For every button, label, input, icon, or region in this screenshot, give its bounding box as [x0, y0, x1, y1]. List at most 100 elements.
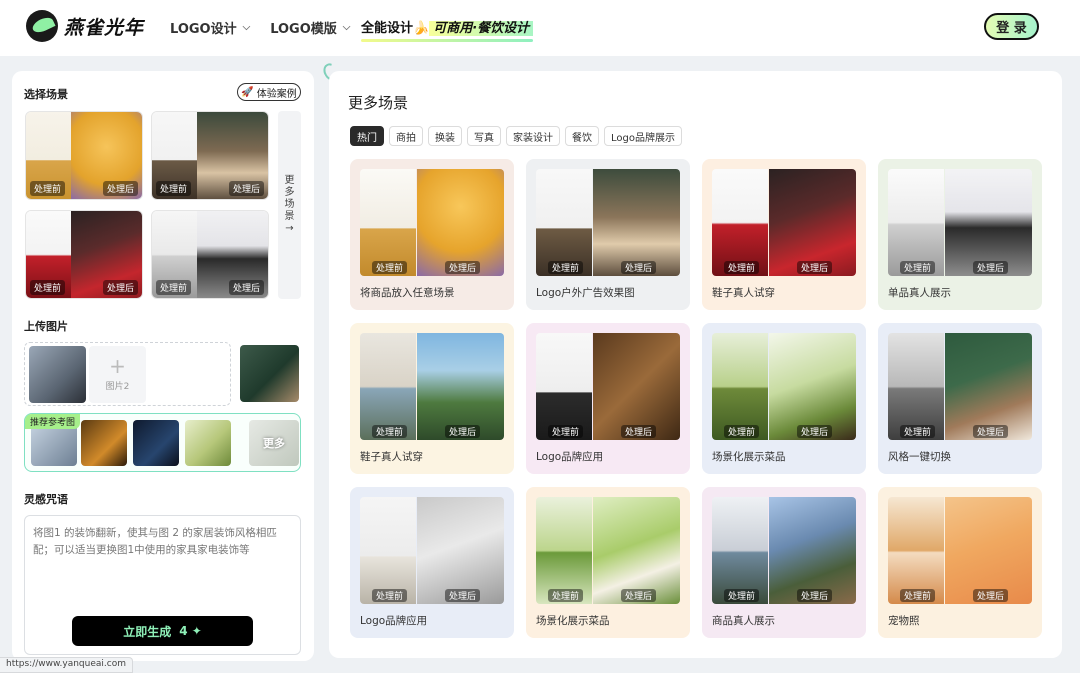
- banana-icon: 🍌: [413, 21, 430, 36]
- nav-logo-template[interactable]: LOGO模版 ⌵: [270, 18, 350, 37]
- before-tag: 处理前: [372, 261, 408, 274]
- scene-model[interactable]: 处理前 处理后: [151, 210, 269, 299]
- scene-card[interactable]: 处理前 处理后 商品真人展示: [702, 487, 866, 638]
- before-image: 处理前: [536, 333, 592, 440]
- brand-logo[interactable]: 燕雀光年: [26, 10, 144, 42]
- arrow-right-icon: →: [285, 223, 294, 234]
- before-image: 处理前: [712, 333, 768, 440]
- scene-card[interactable]: 处理前 处理后 Logo户外广告效果图: [526, 159, 690, 310]
- before-image: 处理前: [26, 211, 72, 298]
- after-tag: 处理后: [228, 181, 264, 196]
- main-nav: LOGO设计 ⌵ LOGO模版 ⌵: [170, 18, 350, 37]
- after-tag: 处理后: [445, 261, 481, 274]
- scene-card[interactable]: 处理前 处理后鞋子真人试穿: [702, 159, 866, 310]
- before-tag: 处理前: [548, 425, 584, 438]
- scene-card-media: 处理前 处理后: [712, 169, 856, 276]
- after-image: 处理后: [945, 497, 1032, 604]
- before-tag: 处理前: [156, 181, 192, 196]
- after-tag: 处理后: [621, 589, 657, 602]
- ref-thumb[interactable]: [185, 420, 231, 466]
- left-panel: 选择场景 🚀 体验案例 处理前 处理后 处理前 处理后 处理前 处理后 处理前: [12, 71, 314, 661]
- nav-all-round-design[interactable]: 全能设计🍌 可商用·餐饮设计: [361, 17, 534, 42]
- more-references-button[interactable]: 更多: [249, 420, 299, 466]
- rocket-icon: 🚀: [241, 86, 254, 98]
- generate-button[interactable]: 立即生成 4 ✦: [72, 616, 253, 646]
- before-tag: 处理前: [724, 589, 760, 602]
- scene-card[interactable]: 处理前 处理后 Logo品牌应用: [526, 323, 690, 474]
- after-image: 处理后: [769, 497, 856, 604]
- after-tag: 处理后: [797, 425, 833, 438]
- after-image: 处理后: [593, 497, 680, 604]
- prompt-section-title: 灵感咒语: [24, 493, 68, 506]
- before-image: 处理前: [360, 333, 416, 440]
- before-image: 处理前: [888, 497, 944, 604]
- filter-outfit[interactable]: 换装: [428, 126, 462, 146]
- scene-card[interactable]: 处理前 处理后 将商品放入任意场景: [350, 159, 514, 310]
- filter-product-shoot[interactable]: 商拍: [389, 126, 423, 146]
- generate-cost: 4 ✦: [179, 624, 202, 638]
- scene-card-label: 场景化展示菜品: [712, 451, 786, 463]
- right-panel: 更多场景 热门 商拍 换装 写真 家装设计 餐饮 Logo品牌展示 处理前 处理后…: [329, 71, 1062, 658]
- nav-label: 全能设计: [361, 21, 414, 36]
- scene-card-media: 处理前 处理后: [360, 169, 504, 276]
- scene-card-media: 处理前 处理后: [536, 169, 680, 276]
- after-tag: 处理后: [621, 425, 657, 438]
- scene-card[interactable]: 处理前 处理后宠物照: [878, 487, 1042, 638]
- before-image: 处理前: [712, 497, 768, 604]
- before-tag: 处理前: [156, 280, 192, 295]
- more-scenes-char: 景: [284, 211, 295, 222]
- scene-card-media: 处理前 处理后: [536, 497, 680, 604]
- add-image-2-button[interactable]: + 图片2: [89, 346, 146, 403]
- after-image: 处理后: [945, 333, 1032, 440]
- before-image: 处理前: [712, 169, 768, 276]
- more-scenes-button[interactable]: 更 多 场 景 →: [278, 111, 301, 299]
- case-button[interactable]: 🚀 体验案例: [237, 83, 301, 101]
- scene-card[interactable]: 处理前 处理后场景化展示菜品: [702, 323, 866, 474]
- before-image: 处理前: [26, 112, 72, 199]
- nav-logo-design[interactable]: LOGO设计 ⌵: [170, 18, 250, 37]
- scene-section-title: 选择场景: [24, 88, 68, 101]
- uploaded-image-1[interactable]: [29, 346, 86, 403]
- scene-shoes[interactable]: 处理前 处理后: [25, 210, 143, 299]
- after-image: 处理后: [417, 497, 504, 604]
- scene-card-media: 处理前 处理后: [712, 497, 856, 604]
- scene-card-label: 单品真人展示: [888, 287, 951, 299]
- nav-highlight: 可商用·餐饮设计: [429, 21, 534, 36]
- top-header: 燕雀光年 LOGO设计 ⌵ LOGO模版 ⌵ 全能设计🍌 可商用·餐饮设计 登 录: [0, 0, 1080, 56]
- status-url: https://www.yanqueai.com: [0, 657, 133, 673]
- reference-image[interactable]: [240, 345, 299, 402]
- filter-home-design[interactable]: 家装设计: [506, 126, 560, 146]
- before-tag: 处理前: [372, 425, 408, 438]
- filter-catering[interactable]: 餐饮: [565, 126, 599, 146]
- brand-name: 燕雀光年: [64, 16, 145, 39]
- chevron-down-icon: ⌵: [342, 22, 351, 33]
- before-image: 处理前: [888, 333, 944, 440]
- scene-card-label: 宠物照: [888, 615, 920, 627]
- before-tag: 处理前: [900, 425, 936, 438]
- nav-label: LOGO设计: [170, 22, 237, 37]
- scene-logo-ad[interactable]: 处理前 处理后: [151, 111, 269, 200]
- filter-portrait[interactable]: 写真: [467, 126, 501, 146]
- scene-product[interactable]: 处理前 处理后: [25, 111, 143, 200]
- before-image: 处理前: [360, 497, 416, 604]
- before-tag: 处理前: [30, 181, 66, 196]
- ref-thumb[interactable]: [133, 420, 179, 466]
- plus-icon: +: [109, 354, 126, 378]
- scene-card-label: 鞋子真人试穿: [712, 287, 775, 299]
- add-image-label: 图片2: [105, 382, 130, 392]
- filter-hot[interactable]: 热门: [350, 126, 384, 146]
- after-image: 处理后: [417, 333, 504, 440]
- filter-logo-brand[interactable]: Logo品牌展示: [604, 126, 682, 146]
- scene-card-media: 处理前 处理后: [360, 333, 504, 440]
- scene-card[interactable]: 处理前 处理后 单品真人展示: [878, 159, 1042, 310]
- upload-section-title: 上传图片: [24, 320, 68, 333]
- upload-dropzone[interactable]: + 图片2: [24, 342, 231, 406]
- scene-card[interactable]: 处理前 处理后 风格一键切换: [878, 323, 1042, 474]
- scene-card[interactable]: 处理前 处理后 鞋子真人试穿: [350, 323, 514, 474]
- ref-thumb[interactable]: [81, 420, 127, 466]
- scene-card[interactable]: 处理前 处理后 场景化展示菜品: [526, 487, 690, 638]
- before-tag: 处理前: [900, 589, 936, 602]
- scene-card[interactable]: 处理前 处理后 Logo品牌应用: [350, 487, 514, 638]
- login-button[interactable]: 登 录: [984, 13, 1039, 40]
- more-scenes-title: 更多场景: [348, 94, 409, 112]
